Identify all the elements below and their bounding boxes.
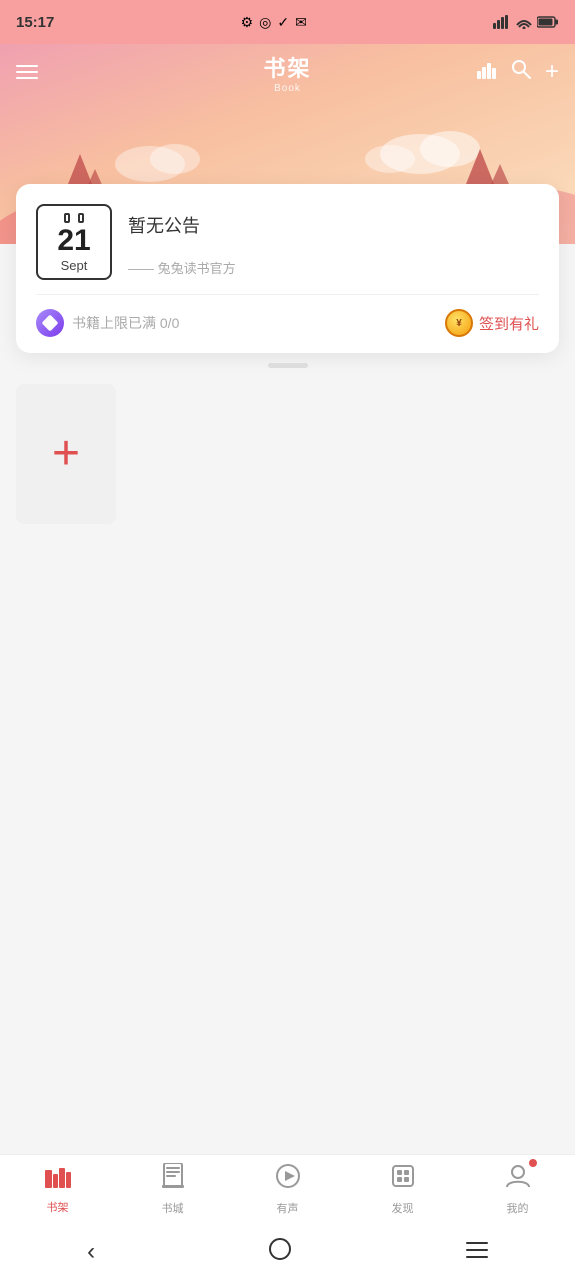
announcement-source: —— 兔兔读书官方 (128, 258, 236, 277)
mine-badge (529, 1159, 537, 1167)
signal-icon (516, 15, 532, 29)
discover-nav-label: 发现 (392, 1200, 414, 1216)
card-area: 21 Sept 暂无公告 —— 兔兔读书官方 书籍上限已满 0/0 ¥ 签到有礼 (16, 184, 559, 368)
mine-nav-label: 我的 (507, 1200, 529, 1216)
nav-item-bookstore[interactable]: 书城 (115, 1163, 230, 1216)
discover-nav-icon (390, 1163, 416, 1196)
scroll-indicator (268, 363, 308, 368)
signal-icons (493, 15, 559, 29)
settings-icon: ⚙ (241, 14, 254, 31)
wifi-icon (493, 15, 511, 29)
back-button[interactable]: ‹ (67, 1230, 115, 1274)
bookshelf-nav-label: 书架 (47, 1199, 69, 1215)
coin-icon: ¥ (445, 309, 473, 337)
heart-icon: ✓ (277, 14, 289, 31)
add-book-plus-icon: + (52, 430, 80, 478)
announcement-top: 21 Sept 暂无公告 —— 兔兔读书官方 (36, 204, 539, 280)
audio-nav-label: 有声 (277, 1200, 299, 1216)
menu-button[interactable] (16, 65, 38, 79)
battery-icon (537, 15, 559, 29)
nav-item-mine[interactable]: 我的 (460, 1163, 575, 1216)
app-title-en: Book (263, 83, 311, 94)
audio-nav-icon (275, 1163, 301, 1196)
nav-item-bookshelf[interactable]: 书架 (0, 1164, 115, 1215)
bookstore-nav-icon (162, 1163, 184, 1196)
add-icon[interactable]: + (545, 58, 559, 86)
calendar-widget: 21 Sept (36, 204, 112, 280)
nav-left[interactable] (16, 65, 38, 79)
card-divider (36, 294, 539, 295)
limit-text: 书籍上限已满 0/0 (72, 313, 179, 333)
app-title-cn: 书架 (263, 51, 311, 83)
nav-center-title: 书架 Book (263, 51, 311, 94)
top-nav: 书架 Book + (0, 44, 575, 100)
bottom-nav: 书架 书城 有声 (0, 1154, 575, 1224)
card-bottom: 书籍上限已满 0/0 ¥ 签到有礼 (36, 309, 539, 337)
checkin-label: 签到有礼 (479, 313, 539, 334)
shelf-area: + (16, 384, 559, 524)
home-button[interactable] (249, 1230, 311, 1274)
diamond-icon (36, 309, 64, 337)
announcement-title: 暂无公告 (128, 212, 236, 238)
nav-item-discover[interactable]: 发现 (345, 1163, 460, 1216)
calendar-date: 21 (57, 226, 90, 256)
mine-nav-icon (505, 1163, 531, 1196)
status-time: 15:17 (16, 14, 54, 31)
nav-right: + (477, 58, 559, 86)
vpn-icon: ◎ (259, 14, 271, 31)
bookstore-nav-label: 书城 (162, 1200, 184, 1216)
add-book-button[interactable]: + (16, 384, 116, 524)
announcement-text: 暂无公告 —— 兔兔读书官方 (128, 204, 236, 277)
calendar-month: Sept (61, 258, 88, 273)
stats-icon[interactable] (477, 61, 497, 84)
recents-button[interactable] (446, 1233, 508, 1272)
search-icon[interactable] (511, 59, 531, 85)
bookshelf-nav-icon (45, 1164, 71, 1195)
bookshelf-limit: 书籍上限已满 0/0 (36, 309, 179, 337)
mail-icon: ✉ (295, 14, 307, 31)
checkin-button[interactable]: ¥ 签到有礼 (445, 309, 539, 337)
nav-item-audio[interactable]: 有声 (230, 1163, 345, 1216)
announcement-card: 21 Sept 暂无公告 —— 兔兔读书官方 书籍上限已满 0/0 ¥ 签到有礼 (16, 184, 559, 353)
status-icons: ⚙ ◎ ✓ ✉ (241, 14, 307, 31)
status-bar: 15:17 ⚙ ◎ ✓ ✉ (0, 0, 575, 44)
system-nav: ‹ (0, 1224, 575, 1280)
